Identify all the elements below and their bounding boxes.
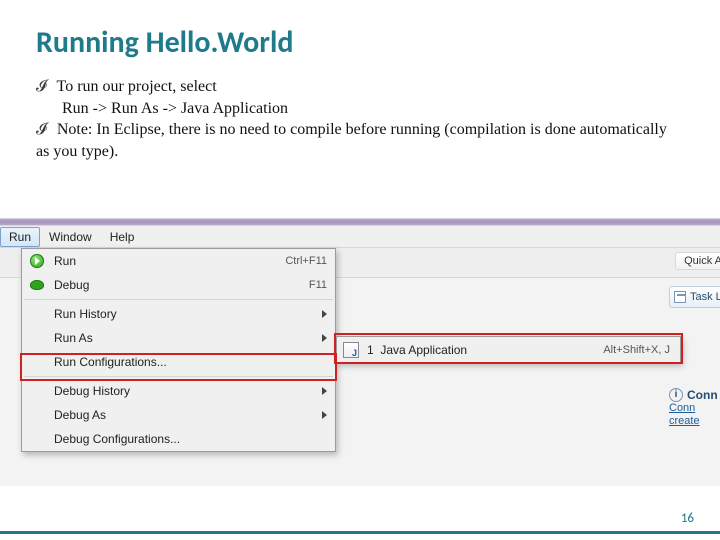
menu-item-debug[interactable]: Debug F11	[22, 273, 335, 297]
run-dropdown: Run Ctrl+F11 Debug F11 Run History Run A…	[21, 248, 336, 452]
task-list-label: Task Lis	[690, 291, 720, 303]
connect-heading-text: Conn	[687, 388, 718, 402]
frag: ys	[0, 368, 11, 386]
bullet-glyph: 𝓘	[36, 78, 47, 95]
slide-body: 𝓘 To run our project, select Run -> Run …	[36, 76, 676, 162]
connect-link[interactable]: Conn	[669, 402, 720, 415]
connect-link-create[interactable]: create	[669, 415, 720, 428]
menu-help[interactable]: Help	[101, 227, 144, 247]
bullet-2-lead: Note: In Eclipse, there is no need to co…	[36, 121, 667, 160]
scrollbar-strip	[0, 218, 720, 226]
task-list-tab[interactable]: Task Lis	[669, 286, 720, 308]
right-panel: Task Lis i Conn Conn create	[669, 286, 720, 428]
blank-icon	[26, 380, 48, 402]
menu-item-debug-configurations[interactable]: Debug Configurations...	[22, 427, 335, 451]
blank-icon	[26, 303, 48, 325]
frag: va	[0, 286, 11, 304]
menu-item-label: Run Configurations...	[54, 355, 327, 369]
submenu-accel: Alt+Shift+X, J	[603, 344, 670, 356]
menu-window[interactable]: Window	[40, 227, 101, 247]
blank-icon	[26, 404, 48, 426]
run-icon	[26, 250, 48, 272]
submenu-arrow-icon	[322, 387, 327, 395]
menu-item-label: Debug	[54, 278, 309, 292]
menu-item-debug-as[interactable]: Debug As	[22, 403, 335, 427]
menu-separator	[24, 299, 333, 300]
accent-strip	[0, 531, 720, 534]
debug-icon	[26, 274, 48, 296]
menu-item-label: Debug As	[54, 408, 314, 422]
java-app-icon	[343, 342, 359, 358]
menu-run[interactable]: Run	[0, 227, 40, 247]
submenu-arrow-icon	[322, 310, 327, 318]
submenu-label: Java Application	[380, 343, 467, 357]
blank-icon	[26, 351, 48, 373]
frag: c	[0, 350, 11, 368]
submenu-item-java-application[interactable]: 1 Java Application	[367, 343, 467, 357]
left-editor-fragment: va as c ys	[0, 286, 11, 386]
menu-item-label: Debug History	[54, 384, 314, 398]
frag-error: as	[0, 332, 11, 350]
menu-item-run-as[interactable]: Run As	[22, 326, 335, 350]
submenu-arrow-icon	[322, 411, 327, 419]
menu-item-debug-history[interactable]: Debug History	[22, 379, 335, 403]
bullet-1-lead: To run our project, select	[57, 78, 217, 95]
slide-footer: 16	[0, 510, 720, 540]
menu-item-label: Run	[54, 254, 285, 268]
page-number: 16	[681, 511, 694, 526]
run-as-submenu: 1 Java Application Alt+Shift+X, J	[336, 336, 681, 363]
tasklist-icon	[674, 291, 686, 303]
menu-item-label: Debug Configurations...	[54, 432, 327, 446]
menu-item-run[interactable]: Run Ctrl+F11	[22, 249, 335, 273]
slide: Running Hello.World 𝓘 To run our project…	[0, 0, 720, 540]
menubar: Run Window Help	[0, 226, 720, 248]
menu-item-accel: F11	[309, 279, 327, 291]
submenu-index: 1	[367, 343, 374, 357]
info-icon: i	[669, 388, 683, 402]
blank-icon	[26, 327, 48, 349]
connect-heading: i Conn	[669, 388, 720, 402]
menu-item-run-configurations[interactable]: Run Configurations...	[22, 350, 335, 374]
menu-item-label: Run History	[54, 307, 314, 321]
eclipse-screenshot: Run Window Help Quick A va as c ys Run C…	[0, 226, 720, 486]
bullet-1-sub: Run -> Run As -> Java Application	[62, 98, 676, 120]
blank-icon	[26, 428, 48, 450]
menu-separator	[24, 376, 333, 377]
quick-access-button[interactable]: Quick A	[675, 252, 720, 270]
menu-item-run-history[interactable]: Run History	[22, 302, 335, 326]
menu-item-label: Run As	[54, 331, 314, 345]
menu-item-accel: Ctrl+F11	[285, 255, 327, 267]
submenu-arrow-icon	[322, 334, 327, 342]
bullet-glyph: 𝓘	[36, 121, 47, 138]
slide-title: Running Hello.World	[36, 24, 293, 61]
